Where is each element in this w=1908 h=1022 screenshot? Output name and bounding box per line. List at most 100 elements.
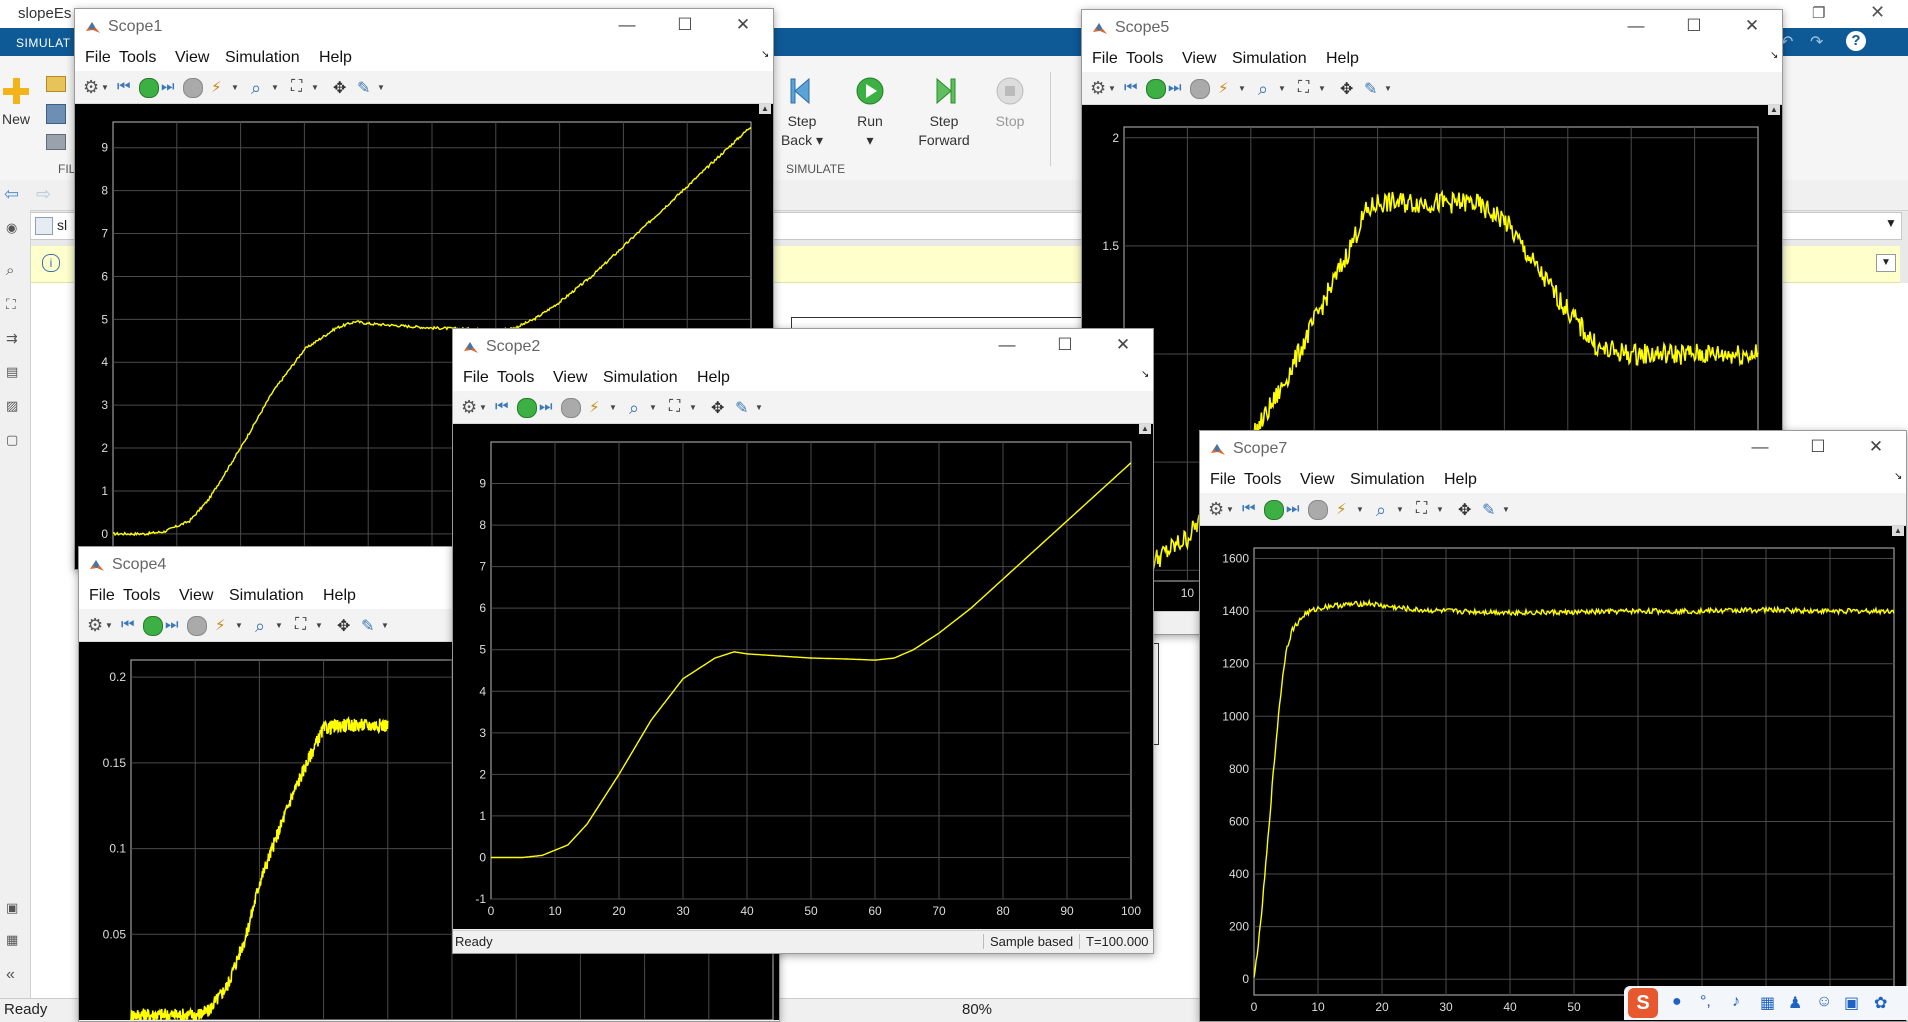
dropdown-icon[interactable]: ▼	[271, 83, 279, 101]
scope2-window[interactable]: Scope2— ☐ ✕ File Tools View Simulation Help ↘ ⚙ ▼ ⏮…	[452, 328, 1154, 954]
dock-icon[interactable]: ↘	[1141, 369, 1149, 380]
scope-title-bar[interactable]: Scope7 — ☐ ✕	[1200, 431, 1906, 467]
menu-file[interactable]: File	[89, 587, 115, 605]
zoom-in-icon[interactable]: ⌕	[1376, 500, 1394, 520]
run-icon[interactable]	[1146, 79, 1166, 99]
minimize-icon[interactable]: —	[609, 15, 645, 37]
dropdown-icon[interactable]: ▼	[609, 403, 617, 421]
dock-icon[interactable]: ↘	[761, 49, 769, 60]
dropdown-icon[interactable]: ▼	[1318, 84, 1326, 102]
menu-view[interactable]: View	[1300, 471, 1334, 489]
stop-icon[interactable]	[1190, 79, 1210, 99]
gear-icon[interactable]: ⚙	[83, 78, 101, 96]
annotation-icon[interactable]: ▤	[6, 364, 18, 380]
zoom-in-icon[interactable]: ⌕	[629, 398, 647, 418]
scope-title-bar[interactable]: Scope1 — ☐ ✕	[75, 9, 773, 45]
cursor-icon[interactable]: ✥	[711, 398, 729, 417]
dropdown-icon[interactable]: ▼	[1502, 505, 1510, 523]
microphone-icon[interactable]: ♪	[1732, 993, 1740, 1011]
menu-tools[interactable]: Tools	[1126, 50, 1163, 68]
save-icon[interactable]	[46, 104, 66, 124]
stop-icon[interactable]	[183, 78, 203, 98]
measure-icon[interactable]: ✎	[1482, 500, 1500, 519]
autoscale-icon[interactable]: ⛶	[295, 616, 313, 634]
menu-simulation[interactable]: Simulation	[603, 369, 678, 387]
zoom-in-icon[interactable]: ⌕	[251, 78, 269, 98]
step-back-button[interactable]: Step Back ▾	[780, 76, 824, 150]
dropdown-icon[interactable]: ▼	[1108, 84, 1116, 102]
image-icon[interactable]: ▨	[6, 398, 18, 414]
menu-simulation[interactable]: Simulation	[1350, 471, 1425, 489]
cursor-icon[interactable]: ✥	[1340, 79, 1358, 98]
rewind-icon[interactable]: ⏮	[117, 78, 135, 96]
fit-view-icon[interactable]: ⛶	[6, 296, 16, 313]
back-arrow-icon[interactable]: ⇦	[4, 184, 19, 205]
menu-help[interactable]: Help	[1444, 471, 1477, 489]
step-forward-icon[interactable]: ⏭	[165, 616, 183, 634]
step-forward-button[interactable]: Step Forward	[912, 76, 976, 150]
close-icon[interactable]: ✕	[1870, 2, 1885, 23]
rewind-icon[interactable]: ⏮	[121, 616, 139, 634]
scope-title-bar[interactable]: Scope5 — ☐ ✕	[1082, 10, 1782, 46]
dropdown-icon[interactable]: ▼	[755, 403, 763, 421]
triggers-icon[interactable]: ⚡	[211, 78, 229, 96]
rewind-icon[interactable]: ⏮	[495, 398, 513, 416]
measure-icon[interactable]: ✎	[1364, 79, 1382, 98]
restore-icon[interactable]: ❐	[1812, 4, 1825, 22]
language-icon[interactable]: ●	[1672, 993, 1682, 1011]
bot-icon[interactable]: ☺	[1816, 993, 1832, 1011]
autoscale-icon[interactable]: ⛶	[291, 78, 309, 96]
dropdown-icon[interactable]: ▼	[479, 403, 487, 421]
stop-icon[interactable]	[561, 398, 581, 418]
menu-help[interactable]: Help	[319, 49, 352, 67]
close-icon[interactable]: ✕	[1858, 437, 1894, 459]
menu-file[interactable]: File	[463, 369, 489, 387]
stop-icon[interactable]	[187, 616, 207, 636]
new-button[interactable]: New	[0, 78, 32, 129]
measure-icon[interactable]: ✎	[357, 78, 375, 97]
zoom-icon[interactable]: ⌕	[6, 262, 14, 279]
minimize-icon[interactable]: —	[989, 335, 1025, 357]
minimize-icon[interactable]: —	[1742, 437, 1778, 459]
stop-button[interactable]: Stop	[992, 76, 1028, 131]
apps-icon[interactable]: ▣	[1844, 993, 1859, 1013]
shirt-icon[interactable]: ♟	[1788, 993, 1802, 1013]
cursor-icon[interactable]: ✥	[333, 78, 351, 97]
explorer-icon[interactable]: ▦	[6, 932, 18, 948]
redo-icon[interactable]: ↷	[1810, 32, 1823, 52]
menu-file[interactable]: File	[1092, 50, 1118, 68]
close-icon[interactable]: ✕	[1734, 16, 1770, 38]
menu-help[interactable]: Help	[1326, 50, 1359, 68]
menu-view[interactable]: View	[1182, 50, 1216, 68]
scope-title-bar[interactable]: Scope2 — ☐ ✕	[453, 329, 1153, 365]
autoscale-icon[interactable]: ⛶	[1298, 79, 1316, 97]
menu-file[interactable]: File	[1210, 471, 1236, 489]
step-forward-icon[interactable]: ⏭	[161, 78, 179, 96]
menu-view[interactable]: View	[553, 369, 587, 387]
triggers-icon[interactable]: ⚡	[589, 398, 607, 416]
scope-plot-area[interactable]: ▲ -1 0 1 2 3 4 5 6 7 8 9 0 10 20 30 40 50 60 70 80 90 100	[453, 424, 1153, 929]
minimize-icon[interactable]: —	[1618, 16, 1654, 38]
gear-icon[interactable]: ⚙	[1208, 500, 1226, 518]
menu-help[interactable]: Help	[697, 369, 730, 387]
cursor-icon[interactable]: ✥	[337, 616, 355, 635]
chevron-down-icon[interactable]: ▼	[1885, 216, 1897, 230]
run-button[interactable]: Run ▾	[850, 76, 890, 150]
cursor-icon[interactable]: ✥	[1458, 500, 1476, 519]
close-icon[interactable]: ✕	[1105, 335, 1141, 357]
menu-simulation[interactable]: Simulation	[1232, 50, 1307, 68]
camera-icon[interactable]: ▣	[6, 900, 18, 916]
dropdown-icon[interactable]: ▼	[105, 621, 113, 639]
maximize-icon[interactable]: ☐	[1676, 16, 1712, 38]
dropdown-icon[interactable]: ▼	[315, 621, 323, 639]
input-method-icon[interactable]: S	[1628, 988, 1658, 1018]
maximize-icon[interactable]: ☐	[1800, 437, 1836, 459]
rewind-icon[interactable]: ⏮	[1124, 79, 1142, 97]
menu-file[interactable]: File	[85, 49, 111, 67]
help-icon[interactable]: ?	[1846, 31, 1866, 51]
gear-icon[interactable]: ⚙	[87, 616, 105, 634]
dropdown-icon[interactable]: ▼	[381, 621, 389, 639]
scope-plot-area[interactable]: ▲ 0 200 400 600 800 1000 1200 1400 1600 0 10 20 30 40 5…	[1200, 526, 1906, 1021]
zoom-in-icon[interactable]: ⌕	[1258, 79, 1276, 99]
step-forward-icon[interactable]: ⏭	[539, 398, 557, 416]
